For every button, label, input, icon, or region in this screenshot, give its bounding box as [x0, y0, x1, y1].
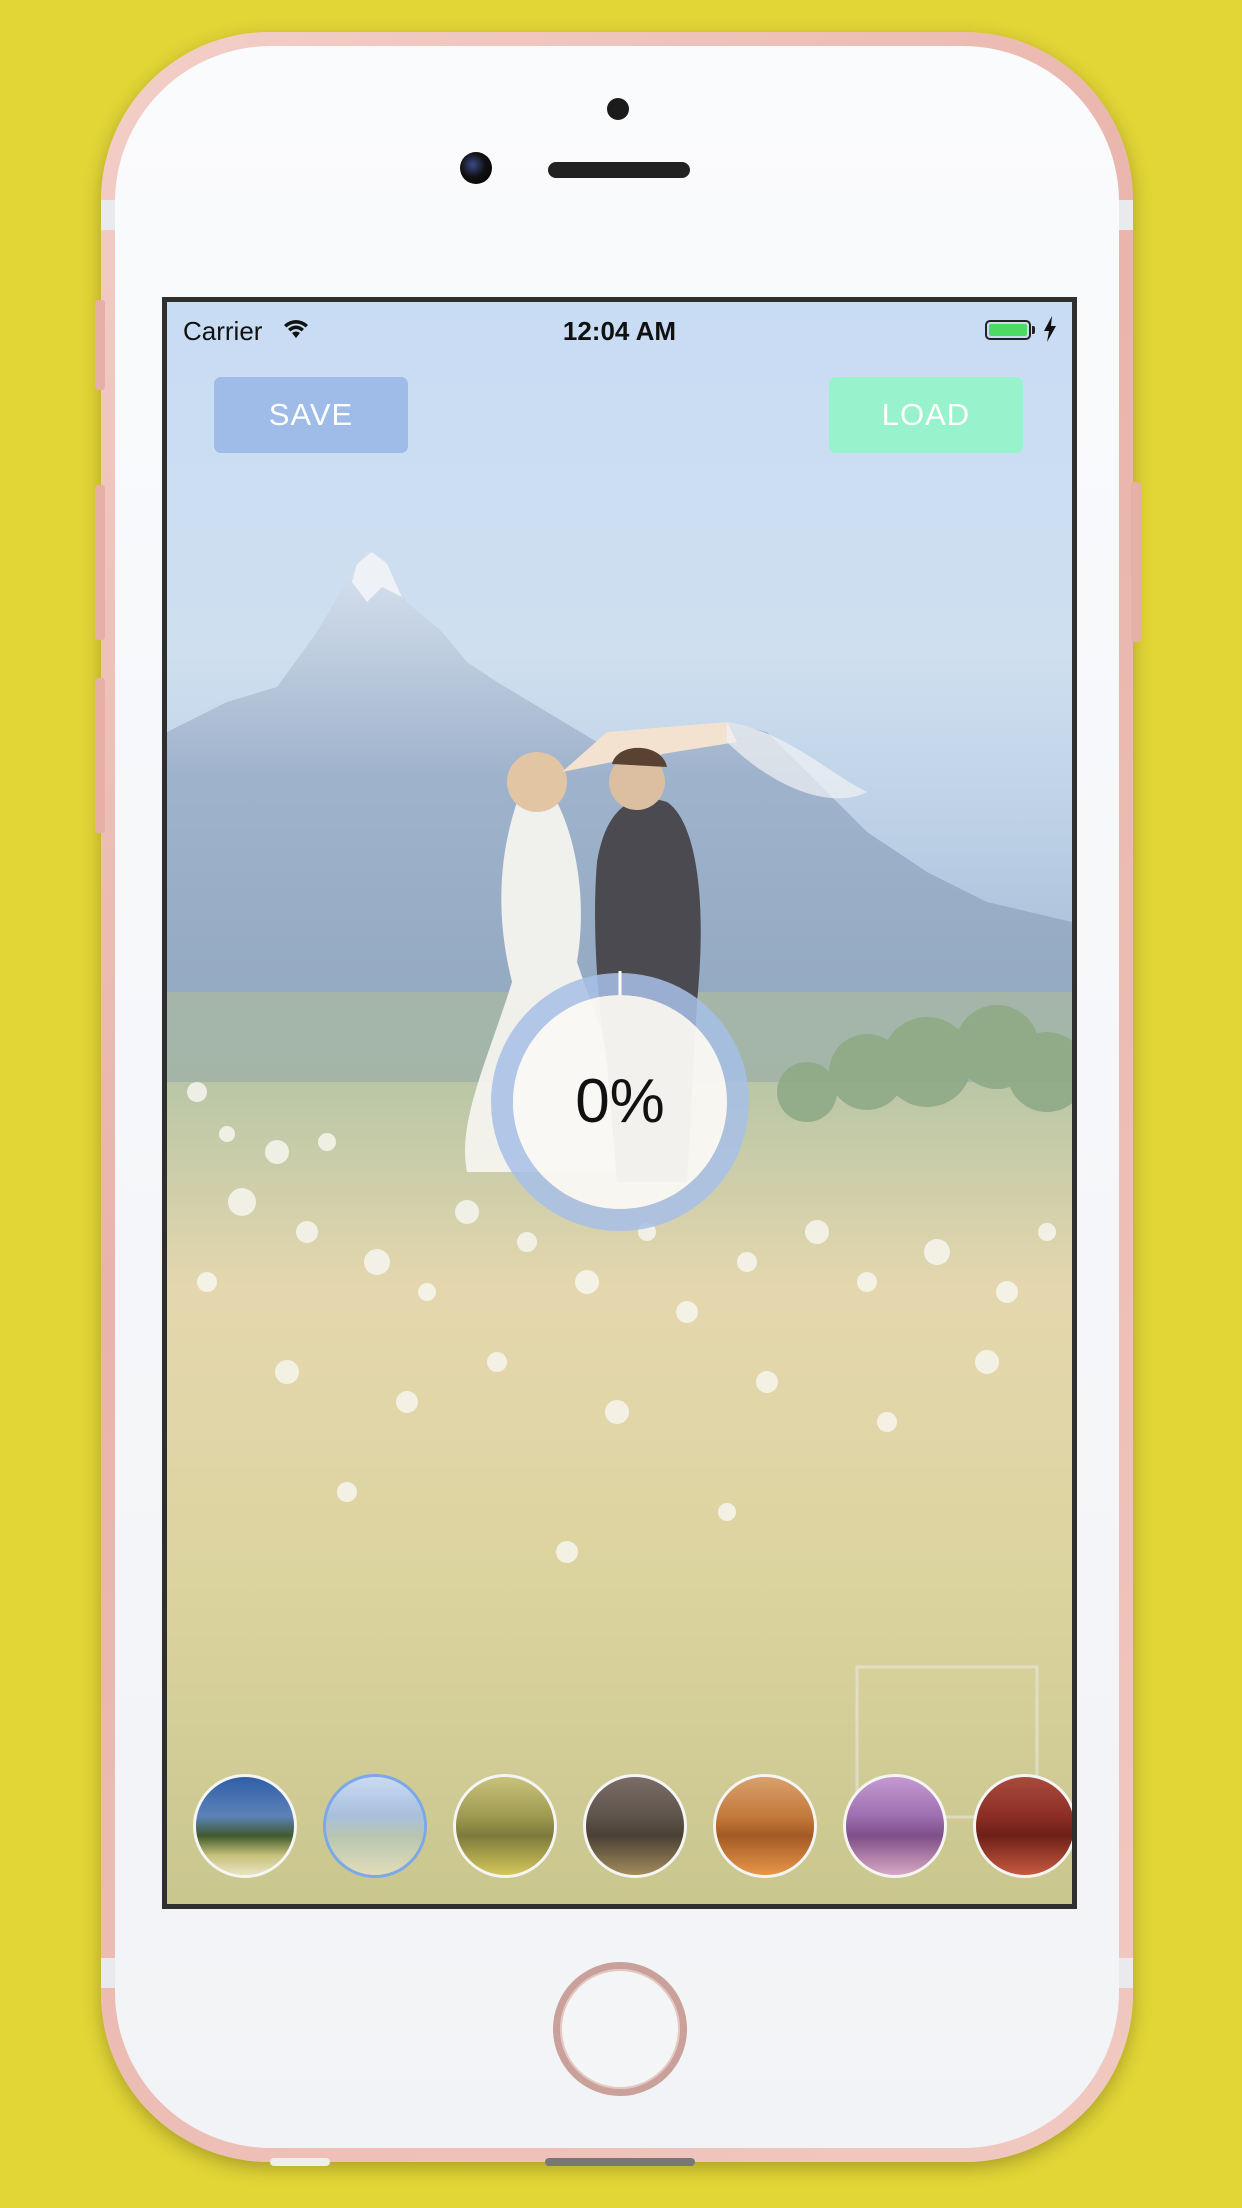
antenna-band	[1119, 200, 1133, 230]
filter-preview	[196, 1777, 294, 1875]
filter-strip[interactable]	[167, 1774, 1072, 1884]
filter-preview	[976, 1777, 1072, 1875]
battery-tip	[1032, 326, 1035, 334]
filter-thumb-orange[interactable]	[713, 1774, 817, 1878]
filter-preview	[716, 1777, 814, 1875]
proximity-sensor	[607, 98, 629, 120]
filter-preview	[456, 1777, 554, 1875]
battery-icon	[985, 320, 1031, 340]
volume-up-button	[95, 485, 105, 640]
battery-level	[989, 324, 1027, 336]
filter-thumb-light-blue[interactable]	[323, 1774, 427, 1878]
filter-thumb-original[interactable]	[193, 1774, 297, 1878]
volume-down-button	[95, 678, 105, 833]
clock: 12:04 AM	[562, 316, 677, 346]
antenna-band	[101, 200, 115, 230]
filter-preview	[846, 1777, 944, 1875]
filter-thumb-sepia-dark[interactable]	[583, 1774, 687, 1878]
bottom-edge-detail	[270, 2158, 330, 2166]
load-button[interactable]: LOAD	[829, 377, 1023, 453]
screen: Carrier 12:04 AM SAVE LOAD 0%	[162, 297, 1077, 1909]
power-button	[1131, 482, 1141, 642]
front-camera	[460, 152, 492, 184]
charging-bolt-icon	[1044, 316, 1056, 342]
bottom-edge-detail	[545, 2158, 695, 2166]
antenna-band	[101, 1958, 115, 1988]
antenna-band	[1119, 1958, 1133, 1988]
filter-preview	[586, 1777, 684, 1875]
progress-percent: 0%	[575, 1067, 665, 1136]
filter-preview	[326, 1777, 424, 1875]
mute-switch	[95, 300, 105, 390]
filter-thumb-purple[interactable]	[843, 1774, 947, 1878]
save-button[interactable]: SAVE	[214, 377, 408, 453]
earpiece-speaker	[548, 162, 690, 178]
status-bar: Carrier 12:04 AM	[167, 302, 1072, 350]
filter-thumb-red[interactable]	[973, 1774, 1072, 1878]
filter-thumb-yellow[interactable]	[453, 1774, 557, 1878]
home-button[interactable]	[553, 1962, 687, 2096]
